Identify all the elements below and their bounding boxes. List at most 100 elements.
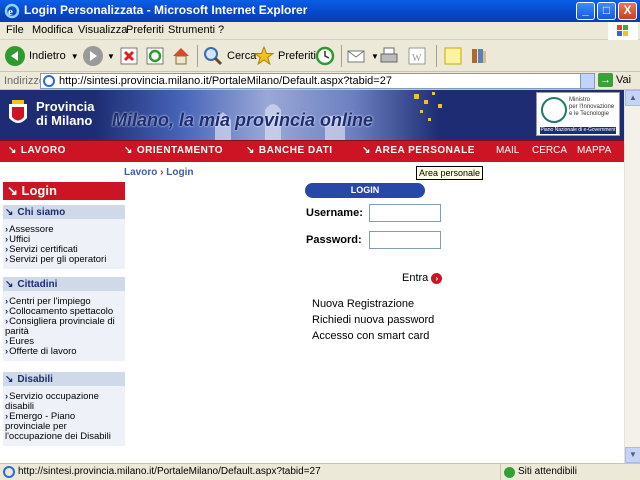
close-button[interactable]: X [618, 2, 637, 20]
nav-mail-link[interactable]: MAIL [496, 145, 519, 156]
svg-text:e: e [8, 6, 13, 18]
stop-button[interactable] [118, 44, 143, 68]
nav-arrow-icon: ↘ [362, 145, 371, 156]
internet-explorer-icon: e [4, 3, 20, 19]
breadcrumb-lavoro[interactable]: Lavoro [124, 167, 157, 178]
page-status-icon [3, 466, 15, 478]
note-icon [444, 47, 462, 65]
word-edit-icon: W [408, 47, 426, 65]
printer-icon [380, 47, 398, 63]
sidebar-section-title[interactable]: ↘ Cittadini [3, 275, 125, 291]
scroll-down-icon[interactable]: ▼ [625, 447, 640, 463]
sidebar-item-offerte-lavoro[interactable]: Offerte di lavoro [5, 347, 123, 357]
smart-card-link[interactable]: Accesso con smart card [312, 330, 429, 342]
toolbar-separator [436, 45, 437, 67]
ministry-band: Piano Nazionale di e-Government [540, 127, 616, 134]
ministry-logo[interactable]: Ministro per l'Innovazione e le Tecnolog… [536, 92, 620, 136]
maximize-button[interactable]: □ [597, 2, 616, 20]
provincia-name[interactable]: Provincia di Milano [36, 100, 95, 128]
search-label: Cerca [227, 50, 257, 62]
forward-dropdown-icon[interactable]: ▼ [107, 52, 115, 61]
back-button[interactable]: Indietro ▼ [4, 44, 79, 68]
menu-preferiti[interactable]: Preferiti [126, 24, 164, 36]
section-arrow-icon: ↘ [5, 374, 14, 385]
go-label: Vai [616, 74, 632, 86]
toolbar-separator [197, 45, 198, 67]
username-input[interactable] [369, 204, 441, 222]
forward-button[interactable]: ▼ [82, 44, 115, 68]
menu-bar: File Modifica Visualizza Preferiti Strum… [0, 22, 640, 40]
menu-file[interactable]: File [6, 24, 24, 36]
sidebar-section-cittadini: ↘Cittadini Centri per l'impiego Collocam… [3, 275, 125, 361]
nav-banche-dati[interactable]: ↘ BANCHE DATI [246, 145, 333, 156]
sidebar-item-servizi-operatori[interactable]: Servizi per gli operatori [5, 255, 123, 265]
scroll-up-icon[interactable]: ▲ [625, 90, 640, 106]
sidebar-arrow-icon: ↘ [7, 183, 22, 198]
refresh-icon [146, 47, 164, 65]
nav-arrow-icon: ↘ [246, 145, 255, 156]
stop-icon [120, 47, 138, 65]
page-viewport: Provincia di Milano Milano, la mia provi… [0, 90, 624, 463]
status-bar: http://sintesi.provincia.milano.it/Porta… [0, 463, 640, 480]
back-dropdown-icon[interactable]: ▼ [71, 52, 79, 61]
sidebar-item-servizio-occupazione[interactable]: Servizio occupazione disabili [5, 392, 123, 412]
section-arrow-icon: ↘ [5, 279, 14, 290]
go-arrow-icon: → [598, 73, 613, 87]
entra-label: Entra [402, 272, 429, 284]
password-label: Password: [306, 234, 362, 246]
nav-arrow-icon: ↘ [124, 145, 133, 156]
sidebar-title: ↘ Login [3, 182, 125, 200]
minimize-button[interactable]: _ [576, 2, 595, 20]
favorites-button[interactable]: Preferiti [253, 44, 316, 68]
menu-help[interactable]: ? [218, 24, 224, 36]
sidebar-item-emergo[interactable]: Emergo - Piano provinciale per l'occupaz… [5, 412, 123, 442]
nav-mappa-link[interactable]: MAPPA [577, 145, 611, 156]
address-input[interactable]: http://sintesi.provincia.milano.it/Porta… [40, 73, 595, 89]
nuova-registrazione-link[interactable]: Nuova Registrazione [312, 298, 414, 310]
messenger-button[interactable] [442, 44, 467, 68]
sidebar-item-consigliera-parita[interactable]: Consigliera provinciale di parità [5, 317, 123, 337]
password-input[interactable] [369, 231, 441, 249]
mail-button[interactable]: ▼ [346, 44, 379, 68]
sidebar-section-title[interactable]: ↘ Chi siamo [3, 203, 125, 219]
nav-cerca-link[interactable]: CERCA [532, 145, 567, 156]
richiedi-password-link[interactable]: Richiedi nuova password [312, 314, 434, 326]
entra-button[interactable]: Entra › [402, 272, 443, 284]
go-button[interactable]: → Vai [598, 73, 631, 87]
menu-modifica[interactable]: Modifica [32, 24, 73, 36]
address-url: http://sintesi.provincia.milano.it/Porta… [59, 75, 392, 87]
print-button[interactable] [378, 44, 403, 68]
sidebar-section-disabili: ↘Disabili Servizio occupazione disabili … [3, 370, 125, 446]
back-arrow-icon [5, 46, 25, 66]
windows-flag-icon [608, 22, 638, 40]
entra-arrow-icon: › [431, 272, 443, 284]
vertical-scrollbar[interactable]: ▲ ▼ [624, 90, 640, 463]
forward-arrow-icon [83, 46, 103, 66]
address-label: Indirizzo [4, 75, 45, 87]
nav-orientamento[interactable]: ↘ ORIENTAMENTO [124, 145, 223, 156]
menu-strumenti[interactable]: Strumenti [168, 24, 215, 36]
home-button[interactable] [170, 44, 195, 68]
home-icon [173, 48, 189, 65]
refresh-button[interactable] [144, 44, 169, 68]
menu-visualizza[interactable]: Visualizza [78, 24, 127, 36]
books-icon [472, 49, 486, 63]
toolbar: Indietro ▼ ▼ Cerca Preferiti ▼ W [0, 40, 640, 72]
history-button[interactable] [314, 44, 339, 68]
security-zone[interactable]: Siti attendibili [500, 464, 640, 480]
address-dropdown-icon[interactable] [580, 74, 594, 88]
edit-button[interactable]: W [406, 44, 431, 68]
page-icon [43, 75, 55, 87]
research-button[interactable] [468, 44, 493, 68]
back-label: Indietro [29, 50, 66, 62]
decorative-dots-icon [414, 92, 442, 121]
favorites-star-icon [253, 45, 275, 66]
nav-lavoro[interactable]: ↘ LAVORO [8, 145, 66, 156]
nav-area-personale[interactable]: ↘ AREA PERSONALE [362, 145, 475, 156]
sidebar-section-title[interactable]: ↘ Disabili [3, 370, 125, 386]
banner-slogan: Milano, la mia provincia online [112, 110, 374, 130]
search-button[interactable]: Cerca [202, 44, 256, 68]
favorites-label: Preferiti [278, 50, 316, 62]
svg-text:W: W [412, 53, 422, 64]
main-nav: ↘ LAVORO ↘ ORIENTAMENTO ↘ BANCHE DATI ↘ AREA… [0, 140, 624, 162]
